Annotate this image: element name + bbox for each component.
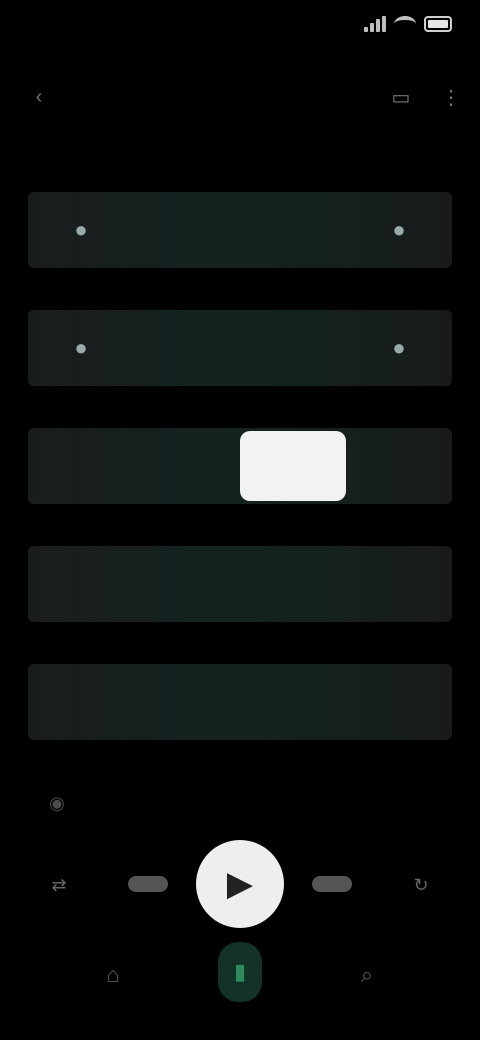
grid-cell[interactable] — [240, 664, 346, 740]
grid-cell[interactable] — [134, 428, 240, 504]
grid-cell[interactable] — [28, 546, 134, 622]
cast-icon[interactable]: ▭ — [388, 84, 414, 110]
grid-cell[interactable] — [134, 310, 240, 386]
content-grid: ● ● ● ● — [28, 192, 452, 782]
battery-icon — [424, 16, 452, 32]
status-bar — [0, 0, 480, 56]
grid-cell[interactable] — [28, 428, 134, 504]
back-icon[interactable]: ‹ — [26, 84, 52, 110]
grid-row: ● ● — [28, 310, 452, 386]
repeat-icon[interactable]: ↻ — [406, 870, 436, 900]
wifi-icon — [394, 16, 416, 32]
next-icon[interactable] — [312, 876, 352, 892]
grid-cell[interactable] — [134, 546, 240, 622]
grid-row — [28, 428, 452, 504]
grid-row — [28, 546, 452, 622]
row-end-icon[interactable]: ● — [346, 192, 452, 268]
info-icon[interactable]: ◉ — [42, 788, 72, 818]
library-icon: ▮ — [233, 959, 247, 984]
bottom-area: ◉ ⇄ ▶ ↻ ⌂ ▮ ⌕ — [0, 770, 480, 1040]
more-icon[interactable]: ⋮ — [438, 84, 464, 110]
previous-icon[interactable] — [128, 876, 168, 892]
top-bar: ‹ ▭ ⋮ — [0, 70, 480, 126]
shuffle-icon[interactable]: ⇄ — [44, 870, 74, 900]
grid-cell[interactable] — [240, 546, 346, 622]
grid-row: ● ● — [28, 192, 452, 268]
nav-library[interactable]: ▮ — [218, 942, 262, 1002]
play-button[interactable]: ▶ — [196, 840, 284, 928]
search-icon: ⌕ — [360, 962, 374, 987]
nav-home[interactable]: ⌂ — [88, 950, 138, 1000]
row-icon[interactable]: ● — [28, 192, 134, 268]
grid-cell[interactable] — [346, 664, 452, 740]
grid-cell[interactable] — [346, 546, 452, 622]
play-icon: ▶ — [226, 865, 254, 903]
nav-search[interactable]: ⌕ — [342, 950, 392, 1000]
status-icons — [364, 16, 452, 32]
grid-cell[interactable] — [240, 192, 346, 268]
grid-cell[interactable] — [28, 664, 134, 740]
signal-icon — [364, 16, 386, 32]
selected-tile[interactable] — [240, 431, 346, 501]
row-icon[interactable]: ● — [28, 310, 134, 386]
grid-row — [28, 664, 452, 740]
grid-cell[interactable] — [346, 428, 452, 504]
grid-cell[interactable] — [134, 664, 240, 740]
grid-cell[interactable] — [134, 192, 240, 268]
row-end-icon[interactable]: ● — [346, 310, 452, 386]
grid-cell[interactable] — [240, 310, 346, 386]
home-icon: ⌂ — [106, 962, 120, 987]
